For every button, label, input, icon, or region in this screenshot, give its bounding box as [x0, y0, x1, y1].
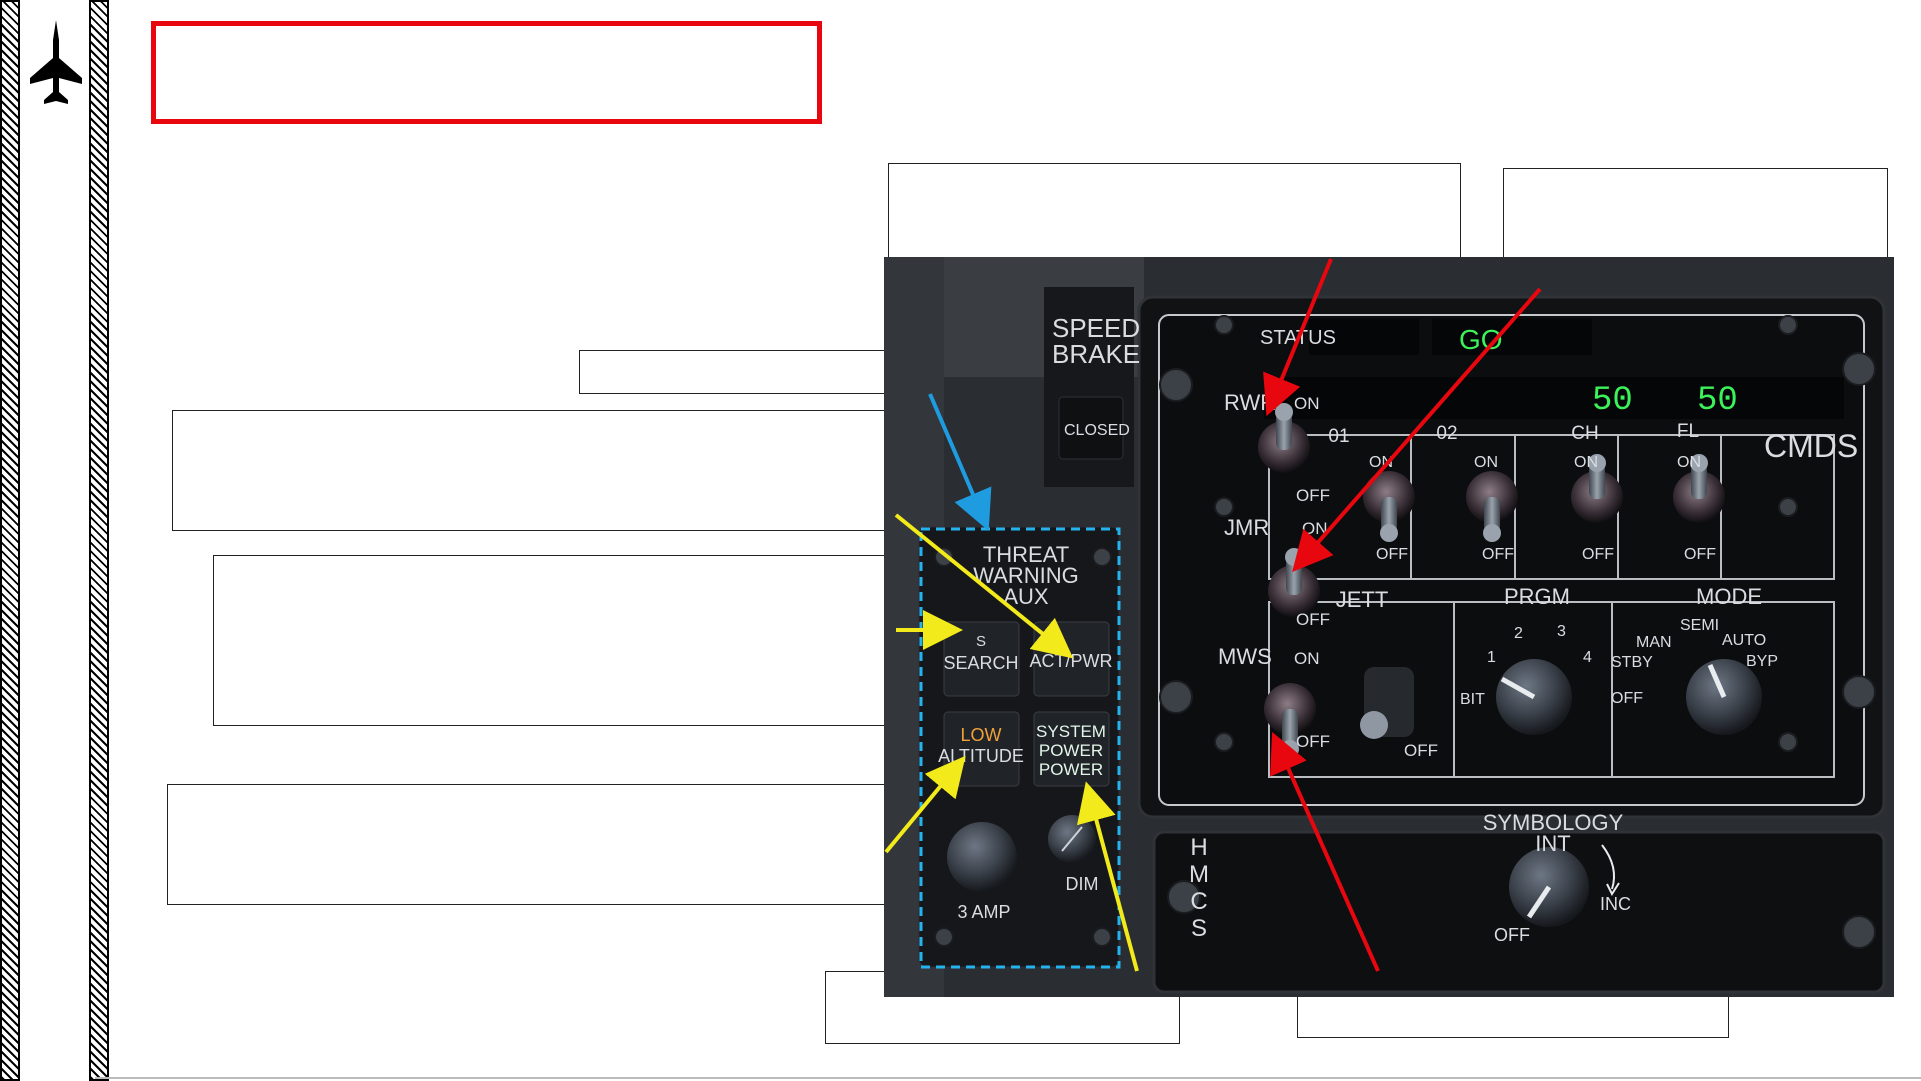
mws-off: OFF [1296, 732, 1330, 751]
right-hatched-rail [89, 0, 109, 1081]
callout-low-altitude [167, 784, 886, 905]
hmcs-letter: S [1191, 915, 1207, 942]
switch-01-label: 01 [1328, 426, 1349, 447]
jmr-on: ON [1302, 519, 1328, 538]
mode-mark-auto: AUTO [1722, 632, 1766, 649]
status-value: GO [1459, 324, 1503, 355]
prgm-mark-4: 4 [1583, 649, 1592, 666]
symbology-label-2: INT [1535, 831, 1570, 856]
switch-fl-label: FL [1677, 421, 1699, 442]
left-hatched-rail [0, 0, 20, 1081]
prgm-mark-2: 2 [1514, 625, 1523, 642]
counter-fl: 50 [1697, 382, 1738, 420]
search-top-label: S [976, 633, 986, 650]
rwr-on: ON [1294, 394, 1320, 413]
switch-ch-label: CH [1571, 423, 1598, 444]
jett-label: JETT [1336, 587, 1389, 612]
callout-search [213, 555, 896, 726]
counter-ch: 50 [1592, 382, 1633, 420]
prgm-mark-1: 1 [1487, 649, 1496, 666]
threat-warning-title-3: AUX [1003, 584, 1049, 609]
mode-mark-man: MAN [1636, 634, 1672, 651]
mode-mark-semi: SEMI [1680, 617, 1719, 634]
switch-01-off: OFF [1376, 546, 1408, 563]
rwr-off: OFF [1296, 486, 1330, 505]
mode-mark-off: OFF [1611, 690, 1643, 707]
act-pwr-label: ACT/PWR [1030, 651, 1113, 671]
cmds-label: CMDS [1764, 428, 1858, 464]
footer-rule [95, 1077, 1921, 1079]
mws-on: ON [1294, 649, 1320, 668]
knob-3amp-label: 3 AMP [957, 902, 1010, 922]
title-box [151, 21, 822, 124]
symbology-off: OFF [1494, 925, 1530, 945]
rwr-label: RWR [1224, 390, 1276, 415]
low-altitude-label-2: ALTITUDE [938, 746, 1024, 766]
jmr-label: JMR [1224, 515, 1269, 540]
prgm-label: PRGM [1504, 584, 1570, 609]
system-power-label-3: POWER [1039, 760, 1103, 779]
switch-02-off: OFF [1482, 546, 1514, 563]
status-label: STATUS [1260, 327, 1336, 349]
speed-brake-state: CLOSED [1064, 422, 1130, 439]
prgm-mark-bit: BIT [1460, 691, 1485, 708]
switch-ch-off: OFF [1582, 546, 1614, 563]
hmcs-letter: H [1190, 834, 1207, 861]
callout-threat-warning-aux [579, 350, 934, 394]
system-power-label-1: SYSTEM [1036, 722, 1106, 741]
prgm-mark-3: 3 [1557, 623, 1566, 640]
hmcs-letter: C [1190, 888, 1207, 915]
switch-fl-on: ON [1677, 454, 1701, 471]
mode-mark-stby: STBY [1611, 654, 1653, 671]
switch-ch-on: ON [1574, 454, 1598, 471]
callout-act-pwr [172, 410, 896, 531]
low-altitude-label-1: LOW [960, 725, 1001, 745]
mode-label: MODE [1696, 584, 1762, 609]
jmr-off: OFF [1296, 610, 1330, 629]
system-power-label-2: POWER [1039, 741, 1103, 760]
switch-01-on: ON [1369, 454, 1393, 471]
mws-label: MWS [1218, 644, 1272, 669]
speed-brake-label-2: BRAKE [1052, 339, 1140, 369]
switch-02-on: ON [1474, 454, 1498, 471]
callout-rwr-jmr [888, 163, 1461, 259]
hmcs-letter: M [1189, 861, 1209, 888]
switch-02-label: 02 [1436, 423, 1457, 444]
knob-dim-label: DIM [1066, 874, 1099, 894]
mode-mark-byp: BYP [1746, 653, 1778, 670]
cockpit-panel-photo: SPEED BRAKE CLOSED THREAT WARNING AUX S … [884, 257, 1894, 997]
switch-fl-off: OFF [1684, 546, 1716, 563]
jett-off: OFF [1404, 741, 1438, 760]
search-label: SEARCH [943, 653, 1018, 673]
symbology-inc: INC [1600, 894, 1631, 914]
fighter-jet-icon [30, 20, 82, 104]
hmcs-label: HMCS [1189, 834, 1209, 942]
